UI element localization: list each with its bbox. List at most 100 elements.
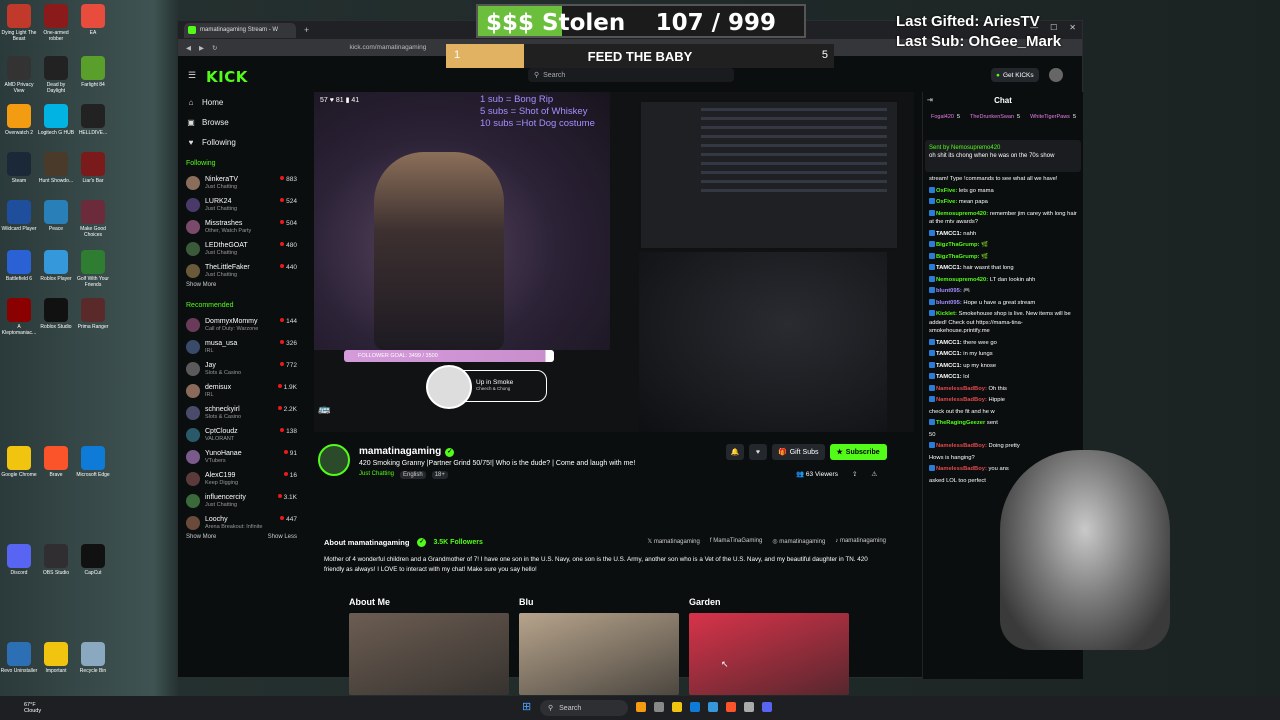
category-link[interactable]: Just Chatting — [359, 471, 394, 479]
desktop-icon[interactable]: Dying Light The Beast — [0, 4, 38, 42]
chat-username[interactable]: OxFive: — [936, 188, 957, 194]
desktop-icon[interactable]: A Kleptomaniac... — [0, 298, 38, 336]
chat-username[interactable]: NamelessBadBoy: — [936, 443, 987, 449]
desktop-icon[interactable]: Make Good Choices — [74, 200, 112, 238]
nav-following[interactable]: ♥ Following — [178, 132, 303, 152]
desktop-icon[interactable]: CapCut — [74, 544, 112, 576]
close-window-button[interactable]: ✕ — [1069, 23, 1076, 32]
desktop-icon[interactable]: Hunt Showdo... — [37, 152, 75, 184]
forward-icon[interactable]: ▶ — [199, 44, 204, 52]
gift-subs-button[interactable]: 🎁 Gift Subs — [772, 444, 825, 460]
url-field[interactable]: kick.com/mamatinagaming — [349, 44, 426, 51]
show-less-button[interactable]: Show Less — [268, 534, 297, 546]
desktop-icon[interactable]: AMD Privacy View — [0, 56, 38, 94]
sidebar-channel[interactable]: schneckyirl Slots & Casino 2.2K — [178, 402, 303, 424]
chat-username[interactable]: BigzThaGrump: — [936, 254, 979, 260]
panel-image[interactable] — [519, 613, 679, 695]
sidebar-channel[interactable]: NinkeraTV Just Chatting 883 — [178, 172, 303, 194]
desktop-icon[interactable]: Brave — [37, 446, 75, 478]
tag-language[interactable]: English — [400, 471, 426, 479]
desktop-icon[interactable]: Dead by Daylight — [37, 56, 75, 94]
desktop-icon[interactable]: One-armed robber — [37, 4, 75, 42]
edge-icon[interactable] — [690, 702, 700, 712]
chat-username[interactable]: OxFive: — [936, 199, 957, 205]
sidebar-channel[interactable]: DommyxMommy Call of Duty: Warzone 144 — [178, 314, 303, 336]
desktop-icon[interactable]: Overwatch 2 — [0, 104, 38, 136]
nav-browse[interactable]: ▣ Browse — [178, 112, 303, 132]
chat-username[interactable]: Nemosupremo420: — [936, 211, 988, 217]
desktop-icon[interactable]: HELLDIVE... — [74, 104, 112, 136]
chat-username[interactable]: Nemosupremo420: — [936, 277, 988, 283]
chat-username[interactable]: BigzThaGrump: — [936, 242, 979, 248]
report-icon[interactable]: ⚠ — [871, 470, 877, 478]
desktop-icon[interactable]: Prima Ranger — [74, 298, 112, 330]
notification-bell-icon[interactable]: 🔔 — [726, 444, 744, 460]
sidebar-channel[interactable]: LEDtheGOAT Just Chatting 480 — [178, 238, 303, 260]
desktop-icon[interactable]: Google Chrome — [0, 446, 38, 478]
sidebar-channel[interactable]: Misstrashes Other, Watch Party 504 — [178, 216, 303, 238]
desktop-icon[interactable]: Revo Uninstaller — [0, 642, 38, 674]
top-gifter[interactable]: WhiteTigerPaws 5 — [1030, 114, 1076, 136]
desktop-icon[interactable]: Important — [37, 642, 75, 674]
brave-icon[interactable] — [726, 702, 736, 712]
share-icon[interactable]: ⇪ — [852, 470, 857, 478]
sidebar-channel[interactable]: musa_usa IRL 326 — [178, 336, 303, 358]
chat-username[interactable]: TheRagingGeezer — [936, 420, 985, 426]
chat-username[interactable]: TAMCC1: — [936, 351, 962, 357]
subscribe-button[interactable]: ★ Subscribe — [829, 444, 887, 460]
chat-username[interactable]: TAMCC1: — [936, 340, 962, 346]
channel-name[interactable]: mamatinagaming ✓ — [359, 446, 455, 457]
taskview-icon[interactable] — [654, 702, 664, 712]
x-link[interactable]: 𝕏 mamatinagaming — [647, 538, 700, 545]
chat-username[interactable]: NamelessBadBoy: — [936, 466, 987, 472]
facebook-link[interactable]: f MamaTinaGaming — [710, 538, 762, 545]
back-icon[interactable]: ◀ — [186, 44, 191, 52]
desktop-icon[interactable]: Farlight 84 — [74, 56, 112, 88]
instagram-link[interactable]: ◎ mamatinagaming — [772, 538, 825, 545]
tag-age[interactable]: 18+ — [431, 471, 448, 479]
channel-avatar[interactable] — [318, 444, 350, 476]
explorer-icon[interactable] — [636, 702, 646, 712]
sidebar-channel[interactable]: Jay Slots & Casino 772 — [178, 358, 303, 380]
collapse-chat-icon[interactable]: ⇥ — [927, 92, 933, 110]
tiktok-link[interactable]: ♪ mamatinagaming — [835, 538, 886, 545]
panel-image[interactable] — [349, 613, 509, 695]
kick-logo[interactable]: KICK — [206, 68, 248, 86]
video-player[interactable]: 57 ♥ 81 ▮ 41 1 sub = Bong Rip 5 subs = S… — [314, 92, 914, 432]
top-gifter[interactable]: Fogal420 5 — [931, 114, 960, 136]
sidebar-channel[interactable]: influencercity Just Chatting 3.1K — [178, 490, 303, 512]
show-more-following[interactable]: Show More — [178, 282, 303, 294]
panel-image[interactable] — [689, 613, 849, 695]
desktop-icon[interactable]: Discord — [0, 544, 38, 576]
follow-heart-icon[interactable]: ♥ — [749, 444, 767, 460]
chat-username[interactable]: Kicklet: — [936, 311, 957, 317]
chat-username[interactable]: blunt095: — [936, 300, 962, 306]
desktop-icon[interactable]: Microsoft Edge — [74, 446, 112, 478]
chat-username[interactable]: TAMCC1: — [936, 363, 962, 369]
desktop-icon[interactable]: Steam — [0, 152, 38, 184]
taskbar-search[interactable]: ⚲ Search — [540, 700, 628, 716]
store-icon[interactable] — [708, 702, 718, 712]
desktop-icon[interactable]: EA — [74, 4, 112, 36]
chat-username[interactable]: TAMCC1: — [936, 374, 962, 380]
top-gifter[interactable]: TheDrunkenSwan 5 — [970, 114, 1020, 136]
desktop-icon[interactable]: Roblox Studio — [37, 298, 75, 330]
sidebar-channel[interactable]: Loochy Arena Breakout: Infinite 447 — [178, 512, 303, 534]
weather-widget[interactable]: 67°F Cloudy — [24, 702, 41, 714]
desktop-icon[interactable]: Logitech G HUB — [37, 104, 75, 136]
nav-home[interactable]: ⌂ Home — [178, 92, 303, 112]
desktop-icon[interactable]: OBS Studio — [37, 544, 75, 576]
new-tab-button[interactable]: + — [304, 25, 309, 35]
sidebar-channel[interactable]: demisux IRL 1.9K — [178, 380, 303, 402]
sidebar-channel[interactable]: TheLittleFaker Just Chatting 440 — [178, 260, 303, 282]
show-more-button[interactable]: Show More — [186, 534, 216, 546]
folder-icon[interactable] — [672, 702, 682, 712]
browser-tab[interactable]: mamatinagaming Stream - W — [184, 22, 296, 38]
sidebar-channel[interactable]: LURK24 Just Chatting 524 — [178, 194, 303, 216]
user-avatar[interactable] — [1049, 68, 1063, 82]
desktop-icon[interactable]: Golf With Your Friends — [74, 250, 112, 288]
sidebar-channel[interactable]: CptCloudz VALORANT 138 — [178, 424, 303, 446]
desktop-icon[interactable]: Peace — [37, 200, 75, 232]
reload-icon[interactable]: ↻ — [212, 44, 217, 52]
menu-icon[interactable]: ☰ — [188, 70, 196, 81]
